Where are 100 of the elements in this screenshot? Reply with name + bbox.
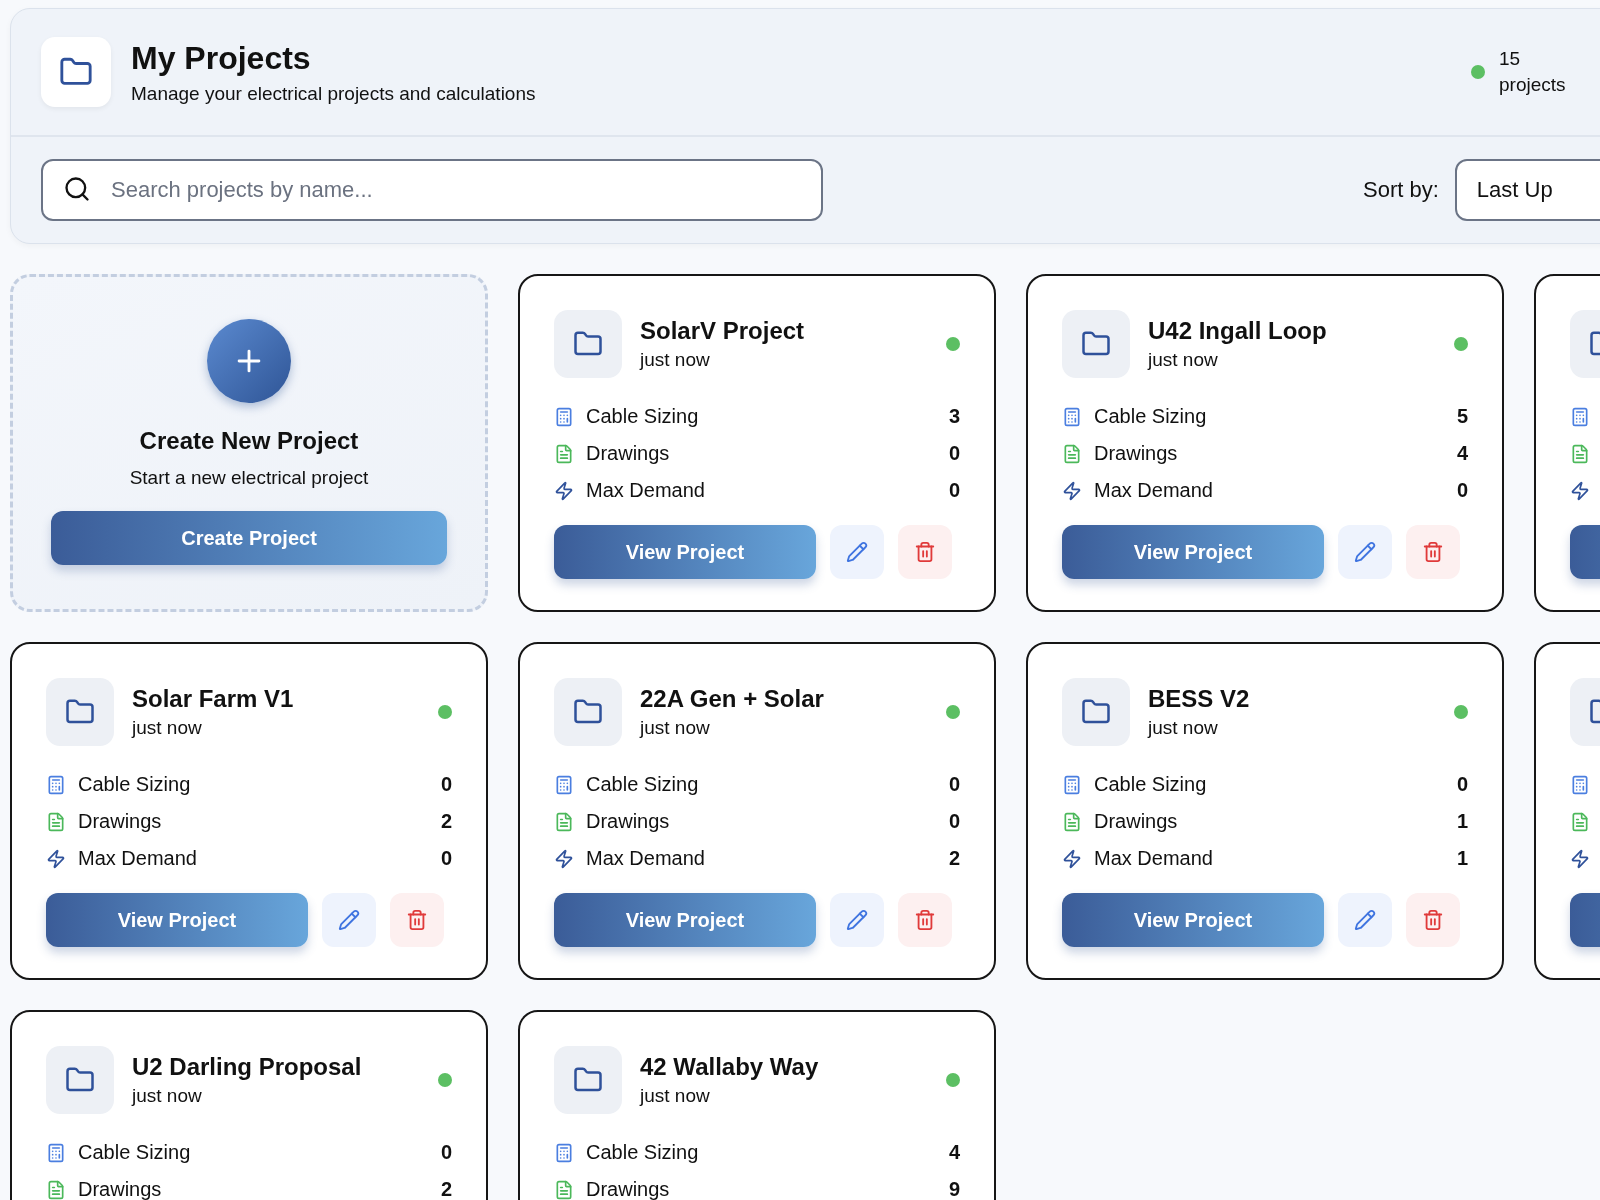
edit-button[interactable]	[830, 893, 884, 947]
document-icon	[1062, 811, 1082, 832]
status-dot	[438, 1073, 452, 1087]
view-project-button[interactable]: View Project	[1062, 525, 1324, 579]
document-icon	[1062, 443, 1082, 464]
calculator-icon	[46, 1142, 66, 1163]
edit-button[interactable]	[1338, 893, 1392, 947]
project-name: Solar Farm V1	[132, 685, 295, 713]
stat-label: Drawings	[1094, 810, 1179, 833]
trash-icon	[914, 909, 936, 931]
delete-button[interactable]	[898, 893, 952, 947]
view-project-button[interactable]: View Project	[554, 525, 816, 579]
delete-button[interactable]	[1406, 525, 1460, 579]
lightning-icon	[1062, 848, 1082, 869]
document-icon	[46, 1179, 66, 1200]
edit-button[interactable]	[1338, 525, 1392, 579]
stat-value: 0	[440, 773, 452, 796]
pencil-icon	[1354, 541, 1376, 563]
status-dot	[1471, 65, 1485, 79]
page-title: My Projects	[131, 39, 312, 77]
calculator-icon	[554, 1142, 574, 1163]
stat-value: 2	[440, 1178, 452, 1200]
edit-button[interactable]	[322, 893, 376, 947]
updated-time: just now	[640, 1085, 711, 1107]
project-name: SolarV Project	[640, 317, 806, 345]
stat-value: 2	[948, 847, 960, 870]
document-icon	[554, 811, 574, 832]
project-name: U42 Ingall Loop	[1148, 317, 1328, 345]
stat-label: Cable Sizing	[586, 1141, 700, 1164]
stat-label: Drawings	[586, 442, 671, 465]
stat-label: Cable Sizing	[586, 405, 700, 428]
sort-select[interactable]: Last Up	[1454, 159, 1600, 221]
stat-value: 0	[1456, 479, 1468, 502]
lightning-icon	[1570, 480, 1590, 501]
stat-label: Drawings	[1094, 442, 1179, 465]
view-project-button[interactable]: View Project	[554, 893, 816, 947]
project-name: 42 Wallaby Way	[640, 1053, 820, 1081]
pencil-icon	[1354, 909, 1376, 931]
pencil-icon	[338, 909, 360, 931]
trash-icon	[914, 541, 936, 563]
updated-time: just now	[640, 349, 711, 371]
stat-value: 3	[948, 405, 960, 428]
plus-button[interactable]	[207, 319, 291, 403]
stat-label: Drawings	[78, 810, 163, 833]
stat-value: 9	[948, 1178, 960, 1200]
document-icon	[554, 1179, 574, 1200]
stat-label: Cable Sizing	[586, 773, 700, 796]
calculator-icon	[554, 406, 574, 427]
create-project-button[interactable]: Create Project	[51, 511, 447, 565]
lightning-icon	[46, 848, 66, 869]
delete-button[interactable]	[1406, 893, 1460, 947]
project-name: BESS V2	[1148, 685, 1251, 713]
stat-value: 0	[1456, 773, 1468, 796]
trash-icon	[406, 909, 428, 931]
stat-label: Cable Sizing	[78, 773, 192, 796]
updated-time: just now	[132, 717, 203, 739]
document-icon	[46, 811, 66, 832]
edit-button[interactable]	[830, 525, 884, 579]
stat-label: Drawings	[586, 1178, 671, 1200]
view-project-button[interactable]: View Project	[46, 893, 308, 947]
project-name: 22A Gen + Solar	[640, 685, 825, 713]
document-icon	[1570, 443, 1590, 464]
document-icon	[554, 443, 574, 464]
stat-value: 0	[948, 479, 960, 502]
search-field[interactable]: Search projects by name...	[41, 159, 823, 221]
create-title: Create New Project	[139, 427, 359, 455]
lightning-icon	[554, 480, 574, 501]
create-subtitle: Start a new electrical project	[129, 467, 369, 489]
stat-label: Drawings	[78, 1178, 163, 1200]
lightning-icon	[1570, 848, 1590, 869]
status-dot	[1454, 337, 1468, 351]
stat-label: Max Demand	[1094, 479, 1214, 502]
calculator-icon	[554, 774, 574, 795]
search-icon	[63, 175, 91, 203]
stat-value: 0	[948, 810, 960, 833]
trash-icon	[1422, 909, 1444, 931]
stat-value: 4	[1456, 442, 1468, 465]
document-icon	[1570, 811, 1590, 832]
status-dot	[946, 1073, 960, 1087]
stat-value: 4	[948, 1141, 960, 1164]
status-dot	[1454, 705, 1468, 719]
calculator-icon	[46, 774, 66, 795]
calculator-icon	[1570, 774, 1590, 795]
stat-value: 1	[1456, 847, 1468, 870]
pencil-icon	[846, 909, 868, 931]
updated-time: just now	[640, 717, 711, 739]
stat-label: Cable Sizing	[78, 1141, 192, 1164]
sort-label: Sort by:	[1363, 177, 1439, 203]
calculator-icon	[1062, 774, 1082, 795]
stat-value: 1	[1456, 810, 1468, 833]
status-dot	[438, 705, 452, 719]
delete-button[interactable]	[390, 893, 444, 947]
calculator-icon	[1570, 406, 1590, 427]
delete-button[interactable]	[898, 525, 952, 579]
stat-label: Cable Sizing	[1094, 405, 1208, 428]
lightning-icon	[554, 848, 574, 869]
view-project-button[interactable]: View Project	[1062, 893, 1324, 947]
stat-value: 2	[440, 810, 452, 833]
stat-value: 0	[948, 773, 960, 796]
stat-label: Max Demand	[586, 479, 706, 502]
